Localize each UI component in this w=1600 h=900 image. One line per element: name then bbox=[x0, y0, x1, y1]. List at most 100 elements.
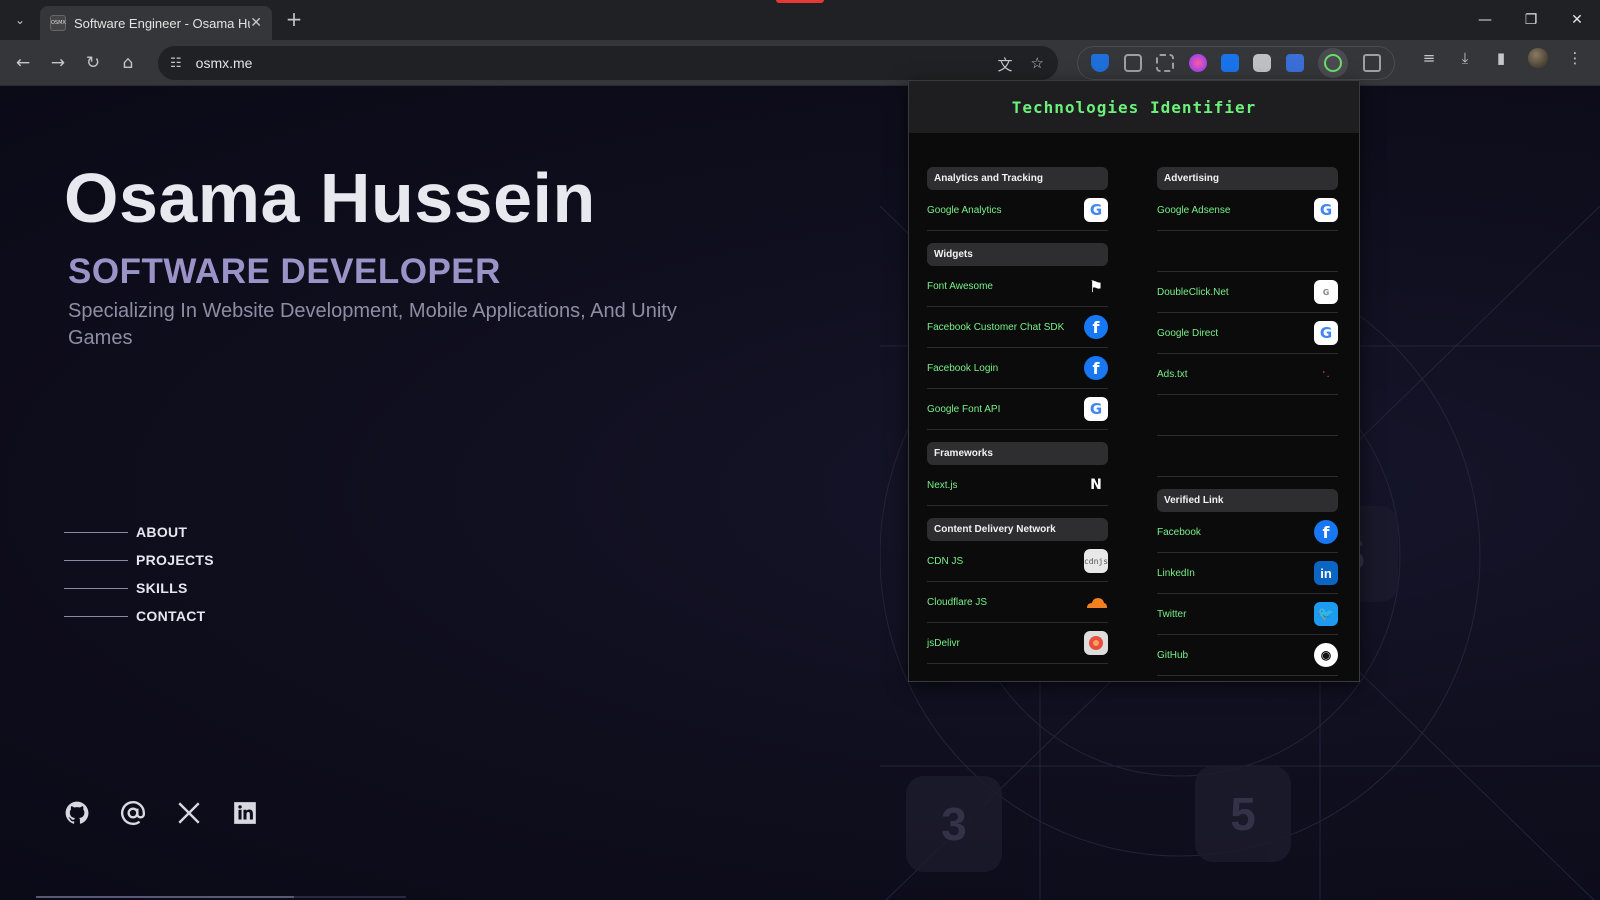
restore-icon[interactable]: ❐ bbox=[1508, 0, 1554, 40]
empty-row bbox=[1157, 395, 1338, 436]
site-info-icon[interactable]: ☷ bbox=[170, 56, 182, 71]
camera-extension-icon[interactable] bbox=[1253, 54, 1272, 72]
tech-row[interactable]: Facebook Login f bbox=[927, 348, 1108, 389]
tech-row[interactable]: Cloudflare JS bbox=[927, 582, 1108, 623]
category-frameworks: Frameworks bbox=[927, 442, 1108, 465]
popup-left-column: Analytics and Tracking Google Analytics … bbox=[927, 167, 1108, 664]
jsdelivr-icon bbox=[1084, 631, 1108, 655]
translate-extension-icon[interactable] bbox=[1285, 54, 1304, 72]
tech-row[interactable]: jsDelivr bbox=[927, 623, 1108, 664]
reload-icon[interactable]: ↻ bbox=[78, 48, 108, 78]
home-icon[interactable]: ⌂ bbox=[113, 48, 143, 78]
google-icon: G bbox=[1084, 397, 1108, 421]
bracket-extension-icon[interactable] bbox=[1123, 54, 1142, 72]
css3-background-tile: 3 bbox=[906, 776, 1002, 872]
tech-row[interactable]: Google Font API G bbox=[927, 389, 1108, 430]
category-cdn: Content Delivery Network bbox=[927, 518, 1108, 541]
window-close-icon[interactable]: ✕ bbox=[1554, 0, 1600, 40]
tech-row[interactable]: Google Analytics G bbox=[927, 190, 1108, 231]
doubleclick-icon: G bbox=[1314, 280, 1338, 304]
nav-skills[interactable]: SKILLS bbox=[64, 574, 214, 602]
tech-row[interactable]: CDN JS cdnjs bbox=[927, 541, 1108, 582]
popup-header: Technologies Identifier bbox=[909, 81, 1359, 133]
category-analytics: Analytics and Tracking bbox=[927, 167, 1108, 190]
nav-indicator-line bbox=[64, 615, 128, 617]
close-tab-icon[interactable]: ✕ bbox=[250, 15, 262, 31]
tech-name: Google Analytics bbox=[927, 204, 1002, 216]
browser-tab[interactable]: OSMX Software Engineer - Osama Hussein ✕ bbox=[40, 6, 272, 40]
tech-row[interactable]: LinkedIn in bbox=[1157, 553, 1338, 594]
tech-name: Google Font API bbox=[927, 403, 1001, 415]
browser-toolbar: ← → ↻ ⌂ ☷ osmx.me 文 ☆ ≡ ⤓ ▮ ⋮ bbox=[0, 40, 1600, 86]
tech-row[interactable]: DoubleClick.Net G bbox=[1157, 272, 1338, 313]
window-controls: — ❐ ✕ bbox=[1462, 0, 1600, 40]
nav-projects[interactable]: PROJECTS bbox=[64, 546, 214, 574]
nav-contact[interactable]: CONTACT bbox=[64, 602, 214, 630]
side-panel-icon[interactable]: ▮ bbox=[1492, 49, 1510, 67]
puzzle-extensions-icon[interactable] bbox=[1362, 54, 1381, 72]
cdnjs-icon: cdnjs bbox=[1084, 549, 1108, 573]
tech-row[interactable]: Next.js N bbox=[927, 465, 1108, 506]
url-text[interactable]: osmx.me bbox=[196, 55, 253, 71]
nav-about[interactable]: ABOUT bbox=[64, 518, 214, 546]
popup-right-column: Advertising Google Adsense G DoubleClick… bbox=[1157, 167, 1338, 676]
tech-name: Facebook Login bbox=[927, 362, 999, 374]
tech-row[interactable]: Google Adsense G bbox=[1157, 190, 1338, 231]
tech-row[interactable]: Ads.txt ' . bbox=[1157, 354, 1338, 395]
tech-name: Google Direct bbox=[1157, 327, 1219, 339]
tech-row[interactable]: Facebook f bbox=[1157, 512, 1338, 553]
hero-role: SOFTWARE DEVELOPER bbox=[68, 252, 501, 291]
minimize-icon[interactable]: — bbox=[1462, 0, 1508, 40]
github-icon[interactable] bbox=[64, 800, 90, 826]
media-queue-icon[interactable]: ≡ bbox=[1420, 49, 1438, 67]
github-icon: ◉ bbox=[1314, 643, 1338, 667]
category-widgets: Widgets bbox=[927, 243, 1108, 266]
horizontal-scrollbar[interactable] bbox=[36, 896, 294, 898]
social-links bbox=[64, 800, 258, 826]
linkedin-icon[interactable] bbox=[232, 800, 258, 826]
translate-icon[interactable]: 文 bbox=[998, 54, 1013, 75]
kebab-menu-icon[interactable]: ⋮ bbox=[1566, 49, 1584, 67]
technologies-identifier-popup: Technologies Identifier Analytics and Tr… bbox=[908, 80, 1360, 682]
color-extension-icon[interactable] bbox=[1188, 54, 1207, 72]
linkedin-icon: in bbox=[1314, 561, 1338, 585]
tech-name: Next.js bbox=[927, 479, 958, 491]
download-icon[interactable]: ⤓ bbox=[1456, 49, 1474, 67]
bookmark-star-icon[interactable]: ☆ bbox=[1031, 54, 1044, 75]
empty-row bbox=[1157, 231, 1338, 272]
hero-name: Osama Hussein bbox=[64, 159, 596, 237]
facebook-icon: f bbox=[1084, 315, 1108, 339]
nav-label: PROJECTS bbox=[136, 552, 214, 568]
nav-label: SKILLS bbox=[136, 580, 188, 596]
tech-row[interactable]: Font Awesome ⚑ bbox=[927, 266, 1108, 307]
address-bar[interactable]: ☷ osmx.me 文 ☆ bbox=[158, 46, 1058, 80]
profile-avatar[interactable] bbox=[1528, 48, 1548, 68]
back-arrow-icon[interactable]: ← bbox=[8, 48, 38, 78]
forward-arrow-icon[interactable]: → bbox=[43, 48, 73, 78]
crop-extension-icon[interactable] bbox=[1156, 54, 1175, 72]
google-icon: G bbox=[1314, 198, 1338, 222]
tech-name: Facebook Customer Chat SDK bbox=[927, 321, 1065, 333]
nav-indicator-line bbox=[64, 531, 128, 533]
browser-tab-bar: ⌄ OSMX Software Engineer - Osama Hussein… bbox=[0, 0, 1600, 40]
nav-indicator-line bbox=[64, 587, 128, 589]
category-advertising: Advertising bbox=[1157, 167, 1338, 190]
extensions-group bbox=[1077, 46, 1395, 80]
tech-row[interactable]: GitHub ◉ bbox=[1157, 635, 1338, 676]
email-at-icon[interactable] bbox=[120, 800, 146, 826]
ads-txt-icon: ' . bbox=[1322, 369, 1330, 379]
tech-row[interactable]: Twitter 🐦 bbox=[1157, 594, 1338, 635]
font-awesome-flag-icon: ⚑ bbox=[1088, 276, 1104, 296]
nextjs-icon: N bbox=[1090, 477, 1102, 493]
x-twitter-icon[interactable] bbox=[176, 800, 202, 826]
tab-search-button[interactable]: ⌄ bbox=[8, 8, 32, 32]
new-tab-button[interactable]: + bbox=[282, 8, 306, 32]
clipboard-extension-icon[interactable] bbox=[1220, 54, 1239, 72]
shield-extension-icon[interactable] bbox=[1091, 54, 1110, 72]
technologies-identifier-extension-icon[interactable] bbox=[1318, 48, 1349, 78]
hero-description: Specializing In Website Development, Mob… bbox=[68, 300, 677, 349]
tech-row[interactable]: Google Direct G bbox=[1157, 313, 1338, 354]
facebook-icon: f bbox=[1314, 520, 1338, 544]
tab-title: Software Engineer - Osama Hussein bbox=[74, 15, 250, 31]
tech-row[interactable]: Facebook Customer Chat SDK f bbox=[927, 307, 1108, 348]
